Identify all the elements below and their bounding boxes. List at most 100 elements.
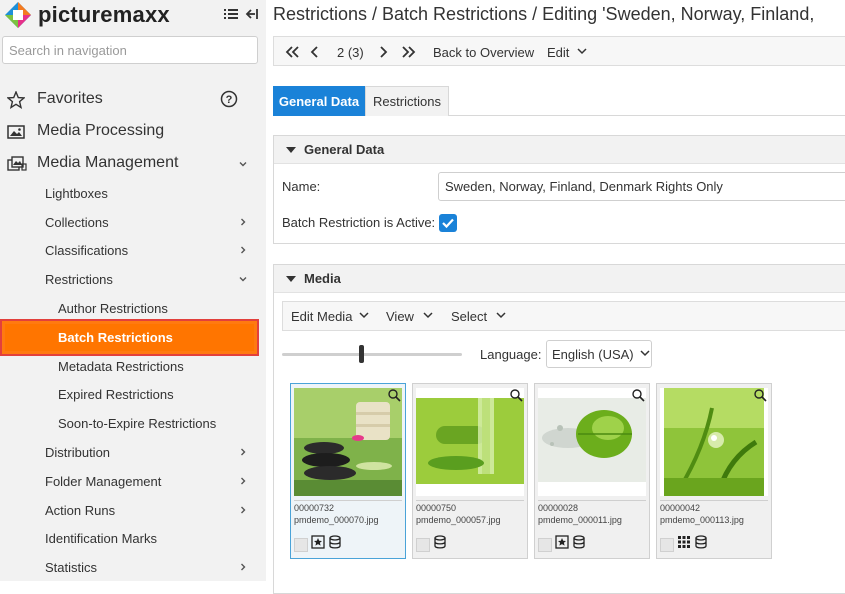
card-divider (538, 500, 646, 501)
help-icon[interactable]: ? (220, 90, 238, 113)
navigation-search-input[interactable] (2, 36, 258, 64)
tab-bar: General Data Restrictions (273, 86, 845, 116)
slider-handle[interactable] (359, 345, 364, 363)
tab-restrictions[interactable]: Restrictions (365, 86, 449, 116)
chevron-down-icon (639, 347, 651, 362)
batch-restriction-active-checkbox[interactable] (439, 214, 457, 232)
chevron-right-icon (237, 244, 249, 256)
database-icon (572, 535, 586, 554)
nav-item-soon-to-expire-restrictions[interactable]: Soon-to-Expire Restrictions (0, 410, 266, 436)
nav-item-statistics[interactable]: Statistics (0, 554, 266, 580)
media-stack-icon (7, 155, 27, 173)
card-icon-row (660, 535, 708, 554)
media-thumbnail-image[interactable] (538, 388, 646, 496)
nav-item-label: Soon-to-Expire Restrictions (58, 415, 217, 431)
nav-item-restrictions[interactable]: Restrictions (0, 266, 266, 292)
nav-item-action-runs[interactable]: Action Runs (0, 497, 266, 523)
name-field[interactable] (438, 172, 845, 201)
media-thumbnail-image[interactable] (294, 388, 402, 496)
nav-item-folder-management[interactable]: Folder Management (0, 468, 266, 494)
svg-text:?: ? (226, 94, 233, 106)
view-menu-button[interactable]: View (386, 309, 434, 324)
card-divider (416, 500, 524, 501)
nav-item-media-management[interactable]: Media Management (0, 148, 266, 178)
media-card[interactable]: 00000750 pmdemo_000057.jpg (412, 383, 528, 559)
page-title: Restrictions / Batch Restrictions / Edit… (273, 4, 815, 24)
media-card[interactable]: 00000028 pmdemo_000011.jpg (534, 383, 650, 559)
chevron-right-icon (237, 446, 249, 458)
nav-item-label: Author Restrictions (58, 300, 168, 316)
card-icon-row (538, 535, 586, 554)
nav-item-label: Restrictions (45, 271, 113, 287)
media-thumbnail-image[interactable] (660, 388, 768, 496)
next-record-icon[interactable] (378, 43, 388, 61)
card-icon-row (294, 535, 342, 554)
brand-name: picturemaxx (38, 2, 170, 27)
nav-item-media-processing[interactable]: Media Processing (0, 116, 266, 146)
nav-item-label: Action Runs (45, 502, 116, 518)
media-thumbnail-image[interactable] (416, 388, 524, 496)
general-data-heading: General Data (304, 142, 385, 157)
media-filename: pmdemo_000070.jpg (294, 515, 379, 525)
nav-item-author-restrictions[interactable]: Author Restrictions (0, 295, 266, 321)
selection-box[interactable] (660, 537, 674, 552)
chevron-right-icon (237, 504, 249, 516)
star-icon (6, 90, 26, 110)
edit-menu-button[interactable]: Edit (547, 43, 588, 61)
nav-item-lightboxes[interactable]: Lightboxes (0, 180, 266, 206)
media-header[interactable]: Media (274, 265, 845, 293)
card-divider (294, 500, 402, 501)
edit-menu-label: Edit (547, 44, 570, 60)
nav-item-batch-restrictions[interactable]: Batch Restrictions (0, 319, 259, 356)
star-badge-icon (555, 535, 569, 554)
nav-item-label: Distribution (45, 444, 111, 460)
nav-item-expired-restrictions[interactable]: Expired Restrictions (0, 381, 266, 407)
media-id: 00000732 (294, 503, 335, 513)
selection-box[interactable] (538, 537, 552, 552)
selection-box[interactable] (416, 537, 430, 552)
media-panel: Media Edit Media View Select Language: E… (273, 264, 845, 594)
nav-item-label: Statistics (45, 559, 98, 575)
zoom-icon[interactable] (509, 388, 523, 402)
chevron-down-icon (495, 309, 507, 324)
image-icon (7, 123, 25, 141)
zoom-icon[interactable] (753, 388, 767, 402)
nav-item-metadata-restrictions[interactable]: Metadata Restrictions (0, 353, 266, 379)
nav-item-identification-marks[interactable]: Identification Marks (0, 525, 266, 551)
selection-box[interactable] (294, 537, 308, 552)
zoom-icon[interactable] (631, 388, 645, 402)
nav-item-label: Folder Management (45, 473, 162, 489)
collapse-triangle-icon (286, 146, 296, 153)
thumbnail-size-slider[interactable] (282, 353, 462, 356)
brand-logo[interactable]: picturemaxx (4, 0, 170, 30)
nav-item-distribution[interactable]: Distribution (0, 439, 266, 465)
edit-media-label: Edit Media (291, 309, 353, 324)
media-id: 00000750 (416, 503, 457, 513)
first-record-icon[interactable] (284, 43, 300, 61)
previous-record-icon[interactable] (310, 43, 320, 61)
zoom-icon[interactable] (387, 388, 401, 402)
main-content: Restrictions / Batch Restrictions / Edit… (266, 0, 845, 594)
tab-general-data[interactable]: General Data (273, 86, 365, 116)
nav-item-classifications[interactable]: Classifications (0, 237, 266, 263)
last-record-icon[interactable] (401, 43, 417, 61)
card-divider (660, 500, 768, 501)
language-select[interactable]: English (USA) (546, 340, 652, 368)
edit-media-menu-button[interactable]: Edit Media (291, 309, 370, 324)
picturemaxx-logo-icon (4, 1, 32, 29)
checkmark-icon (442, 218, 454, 229)
back-to-overview-button[interactable]: Back to Overview (433, 43, 534, 61)
general-data-header[interactable]: General Data (274, 136, 845, 164)
nav-item-label: Classifications (45, 242, 129, 258)
nav-item-favorites[interactable]: Favorites ? (0, 84, 266, 114)
media-card[interactable]: 00000042 pmdemo_000113.jpg (656, 383, 772, 559)
list-view-icon[interactable] (224, 7, 238, 21)
view-label: View (386, 309, 414, 324)
grid-icon (677, 535, 691, 554)
nav-item-label: Expired Restrictions (58, 386, 174, 402)
language-label: Language: (480, 347, 542, 362)
collapse-sidebar-icon[interactable] (245, 7, 259, 21)
select-menu-button[interactable]: Select (451, 309, 507, 324)
media-card[interactable]: 00000732 pmdemo_000070.jpg (290, 383, 406, 559)
nav-item-collections[interactable]: Collections (0, 209, 266, 235)
